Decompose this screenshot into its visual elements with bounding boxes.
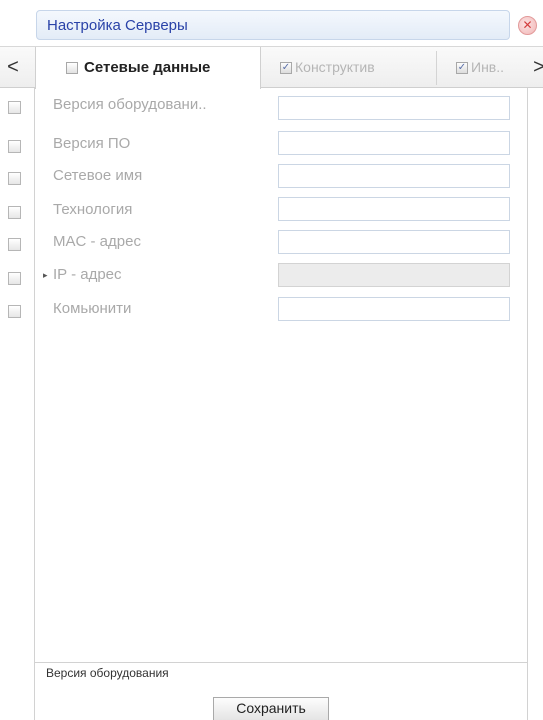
field-label: Технология bbox=[53, 201, 133, 218]
row-pointer-icon: ▸ bbox=[43, 270, 48, 280]
row-checkbox[interactable] bbox=[8, 238, 21, 251]
tab-network-data[interactable]: Сетевые данные bbox=[35, 47, 261, 89]
close-icon[interactable]: ✕ bbox=[518, 16, 537, 35]
network-name-input[interactable] bbox=[278, 164, 510, 188]
field-label: Сетевое имя bbox=[53, 167, 143, 184]
tab-construction-checkbox[interactable]: ✓ bbox=[280, 62, 292, 74]
technology-input[interactable] bbox=[278, 197, 510, 221]
hardware-version-input[interactable] bbox=[278, 96, 510, 120]
dialog-title: Настройка Серверы bbox=[47, 17, 188, 34]
row-checkbox[interactable] bbox=[8, 101, 21, 114]
row-checkbox[interactable] bbox=[8, 305, 21, 318]
ip-address-input bbox=[278, 263, 510, 287]
tab-inventory-label: Инв.. bbox=[471, 59, 505, 75]
dialog-title-bar: Настройка Серверы bbox=[36, 10, 510, 40]
save-button[interactable]: Сохранить bbox=[213, 697, 329, 720]
row-checkbox[interactable] bbox=[8, 272, 21, 285]
settings-dialog: Настройка Серверы ✕ < Сетевые данные ✓ К… bbox=[0, 0, 543, 720]
tab-strip: < Сетевые данные ✓ Конструктив ✓ Инв.. > bbox=[0, 46, 543, 89]
tab-construction[interactable]: ✓ Конструктив bbox=[262, 47, 438, 87]
community-input[interactable] bbox=[278, 297, 510, 321]
status-divider bbox=[35, 662, 527, 663]
field-label: Версия ПО bbox=[53, 135, 131, 152]
tab-network-data-label: Сетевые данные bbox=[84, 59, 211, 76]
tab-next-button[interactable]: > bbox=[528, 53, 543, 81]
field-label: Комьюнити bbox=[53, 300, 132, 317]
tab-divider bbox=[436, 51, 437, 85]
status-text: Версия оборудования bbox=[46, 666, 169, 680]
mac-address-input[interactable] bbox=[278, 230, 510, 254]
field-label: MAC - адрес bbox=[53, 233, 141, 250]
row-checkbox[interactable] bbox=[8, 206, 21, 219]
tab-prev-button[interactable]: < bbox=[2, 53, 24, 81]
tab-construction-label: Конструктив bbox=[295, 59, 375, 75]
tab-inventory-checkbox[interactable]: ✓ bbox=[456, 62, 468, 74]
tab-inventory[interactable]: ✓ Инв.. bbox=[440, 47, 525, 87]
field-label: Версия оборудовани.. bbox=[53, 96, 207, 113]
field-label: IP - адрес bbox=[53, 266, 122, 283]
tab-network-data-checkbox[interactable] bbox=[66, 62, 78, 74]
row-checkbox[interactable] bbox=[8, 172, 21, 185]
software-version-input[interactable] bbox=[278, 131, 510, 155]
row-checkbox[interactable] bbox=[8, 140, 21, 153]
